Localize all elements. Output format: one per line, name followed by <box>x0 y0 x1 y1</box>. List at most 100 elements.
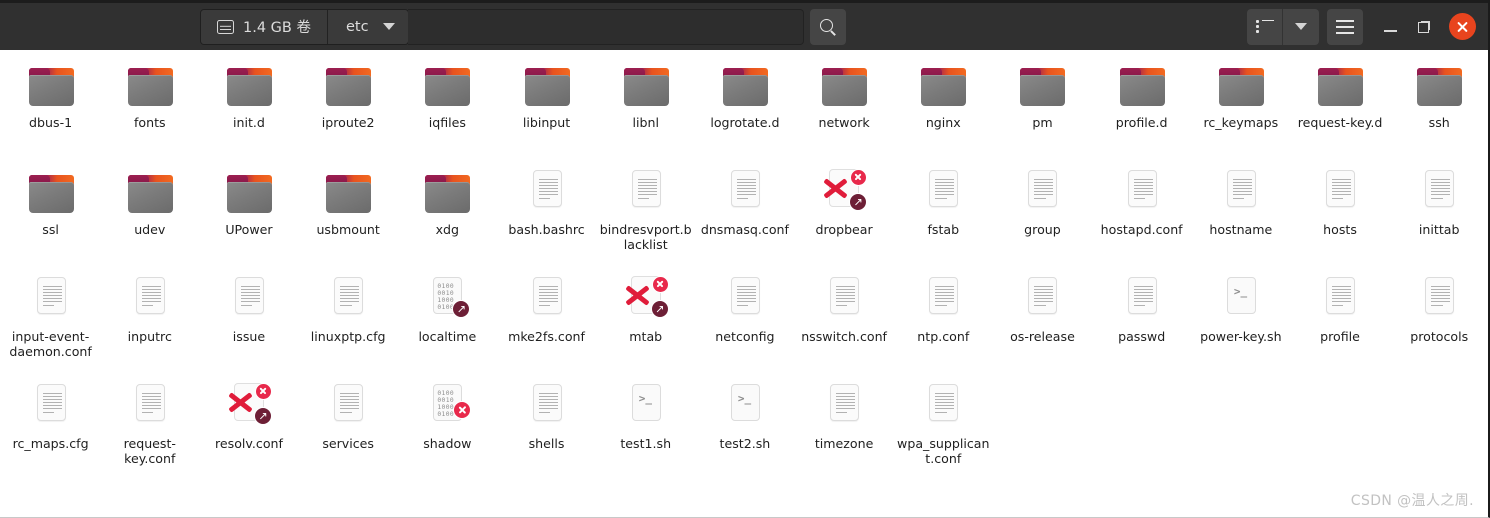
file-item[interactable]: init.d <box>199 56 298 163</box>
search-icon <box>819 18 837 36</box>
folder-icon <box>425 68 471 106</box>
file-item[interactable]: os-release <box>993 270 1092 377</box>
file-item[interactable]: wpa_supplicant.conf <box>894 377 993 484</box>
file-icon-wrap: >_ <box>1215 274 1267 326</box>
file-item[interactable]: mke2fs.conf <box>497 270 596 377</box>
file-item[interactable]: usbmount <box>299 163 398 270</box>
file-label: network <box>818 115 870 130</box>
file-icon-wrap <box>1116 274 1168 326</box>
maximize-button[interactable] <box>1407 10 1441 44</box>
chevron-down-icon <box>1295 23 1307 30</box>
file-item[interactable]: UPower <box>199 163 298 270</box>
text-file-icon <box>36 384 66 421</box>
file-item[interactable]: >_ test1.sh <box>596 377 695 484</box>
script-file-icon: >_ <box>631 384 661 421</box>
file-item[interactable]: 0100 0010 1000 0100 ↗ localtime <box>398 270 497 377</box>
file-item[interactable]: ssl <box>1 163 100 270</box>
script-file-icon: >_ <box>1226 277 1256 314</box>
file-item[interactable]: rc_keymaps <box>1191 56 1290 163</box>
file-item[interactable]: inittab <box>1390 163 1488 270</box>
file-item[interactable]: profile.d <box>1092 56 1191 163</box>
file-item[interactable]: rc_maps.cfg <box>1 377 100 484</box>
file-item[interactable]: iqfiles <box>398 56 497 163</box>
file-item[interactable]: fonts <box>100 56 199 163</box>
chevron-down-icon <box>382 23 395 30</box>
file-item[interactable]: group <box>993 163 1092 270</box>
file-item[interactable]: nginx <box>894 56 993 163</box>
folder-icon <box>28 68 74 106</box>
breadcrumb-item-volume[interactable]: 1.4 GB 卷 <box>201 9 328 44</box>
view-options-dropdown-button[interactable] <box>1283 8 1319 45</box>
file-item[interactable]: hostapd.conf <box>1092 163 1191 270</box>
broken-link-x-icon <box>227 390 254 412</box>
drive-harddisk-icon <box>217 19 234 34</box>
file-item[interactable]: ↗ resolv.conf <box>199 377 298 484</box>
file-item[interactable]: >_ power-key.sh <box>1191 270 1290 377</box>
file-item[interactable]: logrotate.d <box>695 56 794 163</box>
file-icon-wrap <box>223 167 275 219</box>
file-item[interactable]: timezone <box>795 377 894 484</box>
file-item[interactable]: request-key.conf <box>100 377 199 484</box>
file-item[interactable]: input-event-daemon.conf <box>1 270 100 377</box>
main-menu-button[interactable] <box>1327 8 1363 45</box>
file-item[interactable]: iproute2 <box>299 56 398 163</box>
file-label: issue <box>232 329 266 344</box>
file-icon-wrap <box>1413 60 1465 112</box>
close-button[interactable] <box>1449 13 1476 40</box>
file-item[interactable]: ssh <box>1390 56 1488 163</box>
file-item[interactable]: hostname <box>1191 163 1290 270</box>
text-file-icon <box>631 170 661 207</box>
file-item[interactable]: inputrc <box>100 270 199 377</box>
pathbar-empty-area[interactable] <box>407 8 804 45</box>
file-item[interactable]: bindresvport.blacklist <box>596 163 695 270</box>
file-label: udev <box>134 222 166 237</box>
file-item[interactable]: pm <box>993 56 1092 163</box>
file-item[interactable]: bash.bashrc <box>497 163 596 270</box>
file-item[interactable]: >_ test2.sh <box>695 377 794 484</box>
file-item[interactable]: protocols <box>1390 270 1488 377</box>
text-file-icon <box>532 384 562 421</box>
file-item[interactable]: netconfig <box>695 270 794 377</box>
file-icon-wrap <box>322 274 374 326</box>
file-item[interactable]: dbus-1 <box>1 56 100 163</box>
file-icon-wrap <box>917 60 969 112</box>
search-button[interactable] <box>809 8 846 45</box>
file-item[interactable]: ↗ mtab <box>596 270 695 377</box>
file-item[interactable]: nsswitch.conf <box>795 270 894 377</box>
file-item[interactable]: udev <box>100 163 199 270</box>
file-view[interactable]: dbus-1 fonts init.d iproute2 iqfiles libinput… <box>0 50 1488 517</box>
text-file-icon <box>1326 170 1356 207</box>
file-item[interactable]: fstab <box>894 163 993 270</box>
file-item[interactable]: libnl <box>596 56 695 163</box>
file-item[interactable]: ntp.conf <box>894 270 993 377</box>
breadcrumb-item-etc[interactable]: etc <box>327 9 408 44</box>
no-access-badge-icon <box>651 276 669 293</box>
file-label: fonts <box>133 115 166 130</box>
file-item[interactable]: request-key.d <box>1290 56 1389 163</box>
minimize-button[interactable] <box>1373 10 1407 44</box>
file-item[interactable]: ↗ dropbear <box>795 163 894 270</box>
file-item[interactable]: dnsmasq.conf <box>695 163 794 270</box>
file-item[interactable]: linuxptp.cfg <box>299 270 398 377</box>
file-item[interactable]: services <box>299 377 398 484</box>
file-item[interactable]: hosts <box>1290 163 1389 270</box>
folder-icon <box>1417 68 1463 106</box>
file-item[interactable]: shells <box>497 377 596 484</box>
file-label: shadow <box>423 436 472 451</box>
text-file-icon <box>532 170 562 207</box>
file-item[interactable]: issue <box>199 270 298 377</box>
file-item[interactable]: xdg <box>398 163 497 270</box>
file-label: nsswitch.conf <box>801 329 887 344</box>
view-mode-list-button[interactable] <box>1247 8 1283 45</box>
file-item[interactable]: 0100 0010 1000 0100 shadow <box>398 377 497 484</box>
file-item[interactable]: network <box>795 56 894 163</box>
file-label: resolv.conf <box>215 436 283 451</box>
file-item[interactable]: profile <box>1290 270 1389 377</box>
file-icon-wrap <box>421 167 473 219</box>
file-label: bash.bashrc <box>508 222 585 237</box>
file-item[interactable]: libinput <box>497 56 596 163</box>
file-label: hosts <box>1323 222 1357 237</box>
file-item[interactable]: passwd <box>1092 270 1191 377</box>
script-file-icon: >_ <box>730 384 760 421</box>
maximize-icon <box>1418 20 1430 33</box>
